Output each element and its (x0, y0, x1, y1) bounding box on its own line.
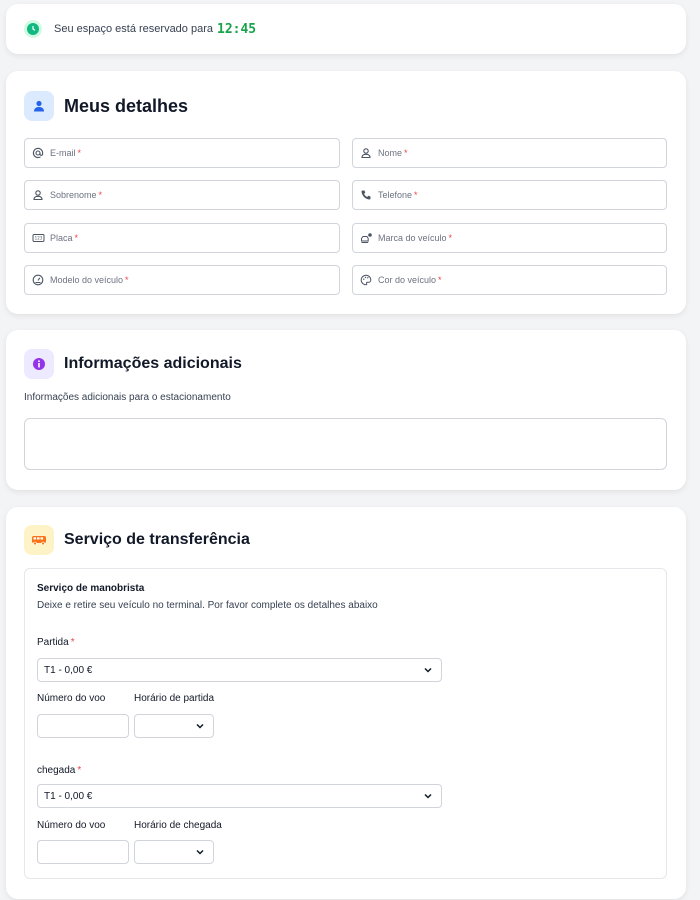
valet-service-box: Serviço de manobrista Deixe e retire seu… (24, 568, 667, 879)
arrival-flight-label: Número do voo (37, 820, 106, 831)
user-icon (24, 91, 54, 121)
transfer-header: Serviço de transferência (24, 525, 250, 555)
required-mark: * (438, 275, 442, 285)
arrival-time-label: Horário de chegada (134, 820, 222, 831)
license-plate-field[interactable]: 123 Placa * (24, 223, 340, 253)
valet-title: Serviço de manobrista (37, 583, 145, 594)
phone-field[interactable]: Telefone * (352, 180, 667, 210)
chevron-down-icon (423, 665, 433, 678)
required-mark: * (414, 190, 418, 200)
details-section: Meus detalhes E-mail * Nome * Sobrenome … (6, 71, 686, 314)
phone-label: Telefone (378, 190, 413, 200)
email-label: E-mail (50, 148, 76, 158)
arrival-label: chegada * (37, 765, 81, 776)
arrival-flight-input[interactable] (37, 840, 129, 864)
required-mark: * (98, 190, 103, 200)
departure-select[interactable]: T1 - 0,00 € (37, 658, 442, 682)
required-mark: * (77, 148, 82, 158)
email-field[interactable]: E-mail * (24, 138, 340, 168)
vehicle-color-field[interactable]: Cor do veículo * (352, 265, 667, 295)
departure-time-select[interactable] (134, 714, 214, 738)
license-plate-label: Placa (50, 233, 73, 243)
additional-info-textarea[interactable] (24, 418, 667, 470)
arrival-selected-value: T1 - 0,00 € (44, 790, 93, 802)
license-plate-icon: 123 (31, 231, 45, 245)
details-title: Meus detalhes (64, 95, 189, 116)
required-mark: * (70, 637, 75, 648)
departure-label-text: Partida (37, 637, 69, 648)
user-icon (31, 188, 45, 202)
info-icon (24, 349, 54, 379)
last-name-label: Sobrenome (50, 190, 97, 200)
svg-text:123: 123 (34, 236, 42, 241)
arrival-time-select[interactable] (134, 840, 214, 864)
chevron-down-icon (195, 721, 205, 734)
vehicle-color-label: Cor do veículo (378, 275, 437, 285)
clock-icon (24, 20, 42, 38)
required-mark: * (448, 233, 453, 243)
first-name-label: Nome (378, 148, 403, 158)
palette-icon (359, 273, 373, 287)
info-title: Informações adicionais (64, 355, 242, 372)
departure-flight-input[interactable] (37, 714, 129, 738)
details-header: Meus detalhes (24, 91, 188, 121)
vehicle-model-label: Modelo do veículo (50, 275, 124, 285)
vehicle-brand-label: Marca do veículo (378, 233, 447, 243)
transfer-section: Serviço de transferência Serviço de mano… (6, 507, 686, 899)
phone-icon (359, 188, 373, 202)
transfer-title: Serviço de transferência (64, 531, 250, 548)
departure-label: Partida * (37, 637, 75, 648)
required-mark: * (404, 148, 408, 158)
departure-flight-label: Número do voo (37, 693, 106, 704)
chevron-down-icon (195, 847, 205, 860)
car-brand-icon (359, 231, 373, 245)
last-name-field[interactable]: Sobrenome * (24, 180, 340, 210)
first-name-field[interactable]: Nome * (352, 138, 667, 168)
timer-text: Seu espaço está reservado para (54, 23, 213, 35)
valet-description: Deixe e retire seu veículo no terminal. … (37, 600, 378, 611)
reservation-timer-bar: Seu espaço está reservado para 12:45 (6, 4, 686, 54)
required-mark: * (125, 275, 129, 285)
departure-selected-value: T1 - 0,00 € (44, 664, 93, 676)
info-header: Informações adicionais (24, 349, 242, 379)
required-mark: * (77, 765, 82, 776)
shuttle-icon (24, 525, 54, 555)
required-mark: * (74, 233, 79, 243)
arrival-label-text: chegada (37, 765, 76, 776)
timer-value: 12:45 (217, 21, 257, 37)
arrival-select[interactable]: T1 - 0,00 € (37, 784, 442, 808)
chevron-down-icon (423, 791, 433, 804)
gauge-icon (31, 273, 45, 287)
vehicle-brand-field[interactable]: Marca do veículo * (352, 223, 667, 253)
additional-info-section: Informações adicionais Informações adici… (6, 330, 686, 490)
vehicle-model-field[interactable]: Modelo do veículo * (24, 265, 340, 295)
user-icon (359, 146, 373, 160)
at-icon (31, 146, 45, 160)
departure-time-label: Horário de partida (134, 693, 215, 704)
info-description: Informações adicionais para o estacionam… (24, 392, 231, 403)
